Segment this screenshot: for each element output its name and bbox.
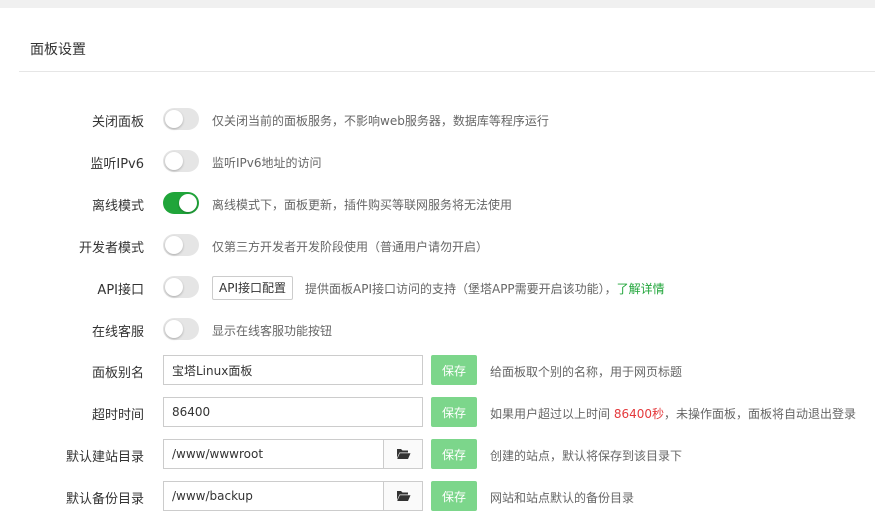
timeout-label: 超时时间 — [91, 408, 144, 423]
row-online-service: 在线客服 显示在线客服功能按钮 — [0, 318, 875, 342]
site-dir-save-button[interactable]: 保存 — [431, 439, 477, 469]
offline-mode-desc: 离线模式下，面板更新，插件购买等联网服务将无法使用 — [212, 198, 513, 212]
row-listen-ipv6: 监听IPv6 监听IPv6地址的访问 — [0, 150, 875, 174]
online-service-desc: 显示在线客服功能按钮 — [212, 324, 333, 338]
toggle-knob — [165, 320, 183, 338]
row-panel-alias: 面板别名 保存 给面板取个别的名称，用于网页标题 — [0, 355, 875, 385]
panel-alias-input[interactable] — [163, 355, 423, 385]
api-desc: 提供面板API接口访问的支持（堡塔APP需要开启该功能），了解详情 — [305, 280, 665, 297]
offline-mode-toggle[interactable] — [163, 192, 199, 214]
toggle-knob — [165, 236, 183, 254]
row-offline-mode: 离线模式 离线模式下，面板更新，插件购买等联网服务将无法使用 — [0, 192, 875, 216]
row-timeout: 超时时间 保存 如果用户超过以上时间 86400秒，未操作面板，面板将自动退出登… — [0, 397, 875, 427]
backup-dir-input[interactable] — [163, 481, 384, 511]
timeout-desc-pre: 如果用户超过以上时间 — [490, 407, 611, 421]
folder-open-icon — [396, 449, 410, 459]
site-dir-label: 默认建站目录 — [65, 450, 144, 465]
api-toggle[interactable] — [163, 276, 199, 298]
offline-mode-label: 离线模式 — [91, 199, 144, 214]
developer-mode-toggle[interactable] — [163, 234, 199, 256]
panel-alias-label: 面板别名 — [91, 366, 144, 381]
toggle-knob — [165, 152, 183, 170]
timeout-desc-highlight: 86400秒 — [613, 407, 665, 421]
site-dir-desc: 创建的站点，默认将保存到该目录下 — [490, 449, 683, 463]
listen-ipv6-label: 监听IPv6 — [90, 157, 144, 172]
timeout-save-button[interactable]: 保存 — [431, 397, 477, 427]
backup-dir-desc: 网站和站点默认的备份目录 — [490, 491, 635, 505]
online-service-toggle[interactable] — [163, 318, 199, 340]
row-backup-dir: 默认备份目录 保存 网站和站点默认的备份目录 — [0, 481, 875, 511]
row-site-dir: 默认建站目录 保存 创建的站点，默认将保存到该目录下 — [0, 439, 875, 469]
backup-dir-label: 默认备份目录 — [65, 492, 144, 507]
row-developer-mode: 开发者模式 仅第三方开发者开发阶段使用（普通用户请勿开启） — [0, 234, 875, 258]
listen-ipv6-desc: 监听IPv6地址的访问 — [212, 156, 322, 170]
learn-more-link[interactable]: 了解详情 — [617, 282, 665, 296]
backup-dir-save-button[interactable]: 保存 — [431, 481, 477, 511]
close-panel-desc: 仅关闭当前的面板服务，不影响web服务器，数据库等程序运行 — [212, 114, 549, 128]
developer-mode-label: 开发者模式 — [78, 241, 144, 256]
timeout-desc-post: ，未操作面板，面板将自动退出登录 — [664, 407, 857, 421]
row-close-panel: 关闭面板 仅关闭当前的面板服务，不影响web服务器，数据库等程序运行 — [0, 108, 875, 132]
site-dir-folder-button[interactable] — [383, 439, 423, 469]
listen-ipv6-toggle[interactable] — [163, 150, 199, 172]
folder-open-icon — [396, 491, 410, 501]
backup-dir-folder-button[interactable] — [383, 481, 423, 511]
api-config-button[interactable]: API接口配置 — [212, 276, 293, 300]
panel-alias-save-button[interactable]: 保存 — [431, 355, 477, 385]
toggle-knob — [165, 278, 183, 296]
panel-title: 面板设置 — [30, 42, 86, 58]
panel-alias-desc: 给面板取个别的名称，用于网页标题 — [490, 365, 683, 379]
top-bar — [0, 0, 875, 8]
row-api: API接口 API接口配置 提供面板API接口访问的支持（堡塔APP需要开启该功… — [0, 276, 875, 300]
developer-mode-desc: 仅第三方开发者开发阶段使用（普通用户请勿开启） — [212, 240, 489, 254]
api-label: API接口 — [97, 283, 144, 298]
timeout-input[interactable] — [163, 397, 423, 427]
online-service-label: 在线客服 — [91, 325, 144, 340]
api-desc-text: 提供面板API接口访问的支持（堡塔APP需要开启该功能）， — [305, 282, 617, 296]
close-panel-label: 关闭面板 — [91, 115, 144, 130]
timeout-desc: 如果用户超过以上时间 86400秒，未操作面板，面板将自动退出登录 — [490, 405, 856, 422]
site-dir-input[interactable] — [163, 439, 384, 469]
title-divider — [19, 71, 875, 72]
close-panel-toggle[interactable] — [163, 108, 199, 130]
toggle-knob — [179, 194, 197, 212]
toggle-knob — [165, 110, 183, 128]
